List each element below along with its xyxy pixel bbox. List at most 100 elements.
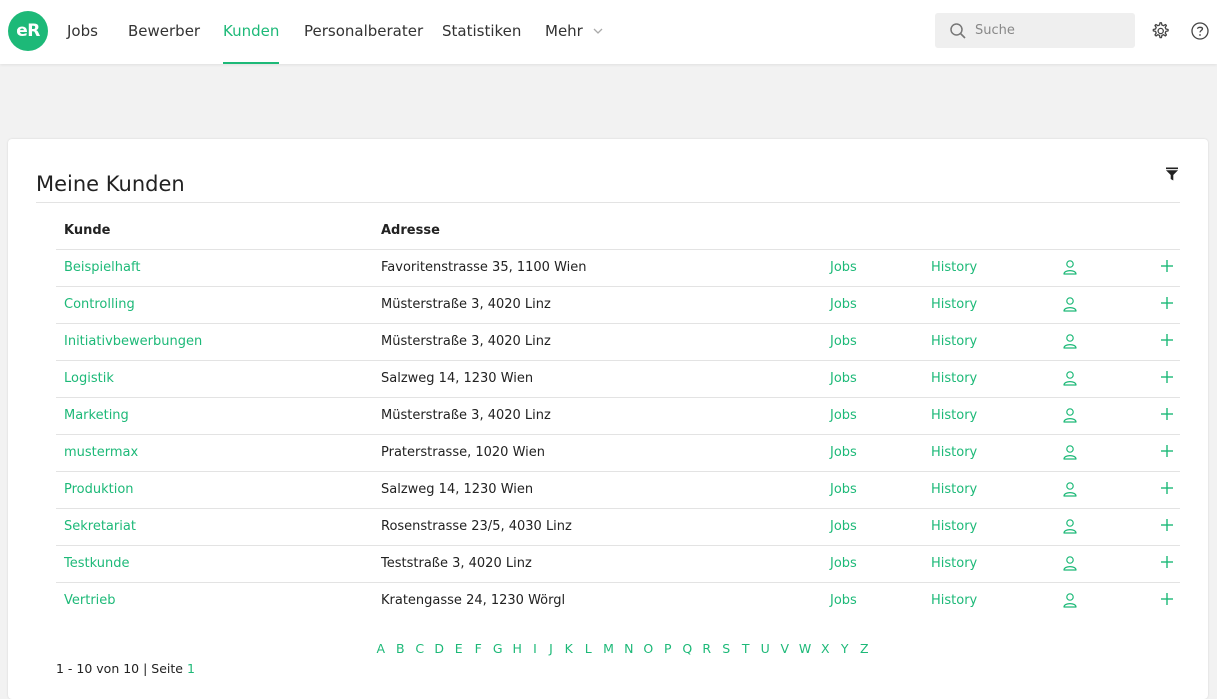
customer-name-link[interactable]: Vertrieb [64, 593, 116, 608]
customer-address: Müsterstraße 3, 4020 Linz [381, 408, 551, 423]
history-link[interactable]: History [931, 593, 977, 608]
customer-name-link[interactable]: Logistik [64, 371, 114, 386]
history-link[interactable]: History [931, 482, 977, 497]
user-icon[interactable] [1062, 370, 1078, 386]
history-link[interactable]: History [931, 371, 977, 386]
alphabet-letter-g[interactable]: G [488, 641, 508, 656]
plus-icon[interactable] [1160, 518, 1174, 532]
page-title: Meine Kunden [36, 172, 185, 196]
alphabet-letter-z[interactable]: Z [855, 641, 875, 656]
column-header-kunde[interactable]: Kunde [64, 223, 110, 238]
plus-icon[interactable] [1160, 259, 1174, 273]
customer-name-link[interactable]: Initiativbewerbungen [64, 334, 202, 349]
nav-jobs[interactable]: Jobs [67, 0, 98, 64]
customer-name-link[interactable]: Controlling [64, 297, 135, 312]
alphabet-letter-o[interactable]: O [639, 641, 659, 656]
alphabet-letter-b[interactable]: B [391, 641, 411, 656]
table-row: Beispielhaft Favoritenstrasse 35, 1100 Wi… [56, 249, 1180, 286]
jobs-link[interactable]: Jobs [830, 334, 857, 349]
alphabet-letter-e[interactable]: E [449, 641, 469, 656]
nav-kunden[interactable]: Kunden [223, 0, 280, 64]
nav-personalberater[interactable]: Personalberater [304, 0, 423, 64]
alphabet-letter-x[interactable]: X [816, 641, 836, 656]
alphabet-letter-q[interactable]: Q [678, 641, 698, 656]
nav-bewerber[interactable]: Bewerber [128, 0, 200, 64]
customer-name-link[interactable]: mustermax [64, 445, 138, 460]
user-icon[interactable] [1062, 481, 1078, 497]
customer-name-link[interactable]: Marketing [64, 408, 129, 423]
help-icon[interactable] [1190, 21, 1210, 41]
gear-icon[interactable] [1150, 21, 1170, 41]
alphabet-letter-w[interactable]: W [795, 641, 816, 656]
jobs-link[interactable]: Jobs [830, 593, 857, 608]
plus-icon[interactable] [1160, 592, 1174, 606]
jobs-link[interactable]: Jobs [830, 519, 857, 534]
user-icon[interactable] [1062, 592, 1078, 608]
jobs-link[interactable]: Jobs [830, 445, 857, 460]
alphabet-letter-c[interactable]: C [410, 641, 430, 656]
user-icon[interactable] [1062, 407, 1078, 423]
table-row: Marketing Müsterstraße 3, 4020 Linz Jobs Hi… [56, 397, 1180, 434]
jobs-link[interactable]: Jobs [830, 297, 857, 312]
alphabet-letter-d[interactable]: D [430, 641, 450, 656]
alphabet-letter-v[interactable]: V [775, 641, 795, 656]
alphabet-letter-n[interactable]: N [619, 641, 639, 656]
customer-name-link[interactable]: Sekretariat [64, 519, 136, 534]
app-logo[interactable]: eR [8, 11, 48, 51]
jobs-link[interactable]: Jobs [830, 482, 857, 497]
history-link[interactable]: History [931, 519, 977, 534]
nav-statistiken[interactable]: Statistiken [442, 0, 521, 64]
user-icon[interactable] [1062, 259, 1078, 275]
plus-icon[interactable] [1160, 296, 1174, 310]
table-row: mustermax Praterstrasse, 1020 Wien Jobs His… [56, 434, 1180, 471]
customer-address: Rosenstrasse 23/5, 4030 Linz [381, 519, 572, 534]
history-link[interactable]: History [931, 297, 977, 312]
history-link[interactable]: History [931, 556, 977, 571]
alphabet-letter-i[interactable]: I [527, 641, 543, 656]
pagination-page-link[interactable]: 1 [187, 661, 195, 676]
user-icon[interactable] [1062, 518, 1078, 534]
search-input[interactable] [975, 17, 1125, 44]
plus-icon[interactable] [1160, 481, 1174, 495]
customers-card: Meine Kunden Kunde Adresse Beispielhaft F… [8, 139, 1208, 699]
customer-name-link[interactable]: Testkunde [64, 556, 129, 571]
alphabet-letter-l[interactable]: L [579, 641, 599, 656]
customer-name-link[interactable]: Produktion [64, 482, 134, 497]
jobs-link[interactable]: Jobs [830, 408, 857, 423]
alphabet-letter-y[interactable]: Y [835, 641, 855, 656]
plus-icon[interactable] [1160, 407, 1174, 421]
history-link[interactable]: History [931, 445, 977, 460]
alphabet-letter-f[interactable]: F [469, 641, 489, 656]
alphabet-letter-a[interactable]: A [371, 641, 391, 656]
user-icon[interactable] [1062, 333, 1078, 349]
alphabet-letter-u[interactable]: U [756, 641, 776, 656]
user-icon[interactable] [1062, 444, 1078, 460]
table-row: Testkunde Teststraße 3, 4020 Linz Jobs Hist… [56, 545, 1180, 582]
column-header-adresse[interactable]: Adresse [381, 223, 440, 238]
customer-name-link[interactable]: Beispielhaft [64, 260, 140, 275]
alphabet-letter-p[interactable]: P [658, 641, 678, 656]
plus-icon[interactable] [1160, 370, 1174, 384]
plus-icon[interactable] [1160, 444, 1174, 458]
history-link[interactable]: History [931, 260, 977, 275]
plus-icon[interactable] [1160, 555, 1174, 569]
plus-icon[interactable] [1160, 333, 1174, 347]
alphabet-letter-k[interactable]: K [559, 641, 579, 656]
jobs-link[interactable]: Jobs [830, 260, 857, 275]
alphabet-letter-m[interactable]: M [598, 641, 619, 656]
chevron-down-icon[interactable] [592, 25, 604, 37]
alphabet-letter-s[interactable]: S [717, 641, 737, 656]
alphabet-letter-j[interactable]: J [543, 641, 559, 656]
jobs-link[interactable]: Jobs [830, 371, 857, 386]
user-icon[interactable] [1062, 555, 1078, 571]
nav-mehr[interactable]: Mehr [545, 0, 583, 64]
alphabet-filter: ABCDEFGHIJKLMNOPQRSTUVWXYZ [371, 641, 874, 656]
user-icon[interactable] [1062, 296, 1078, 312]
alphabet-letter-h[interactable]: H [508, 641, 528, 656]
history-link[interactable]: History [931, 334, 977, 349]
history-link[interactable]: History [931, 408, 977, 423]
jobs-link[interactable]: Jobs [830, 556, 857, 571]
alphabet-letter-r[interactable]: R [697, 641, 717, 656]
filter-icon[interactable] [1165, 167, 1179, 181]
alphabet-letter-t[interactable]: T [736, 641, 756, 656]
